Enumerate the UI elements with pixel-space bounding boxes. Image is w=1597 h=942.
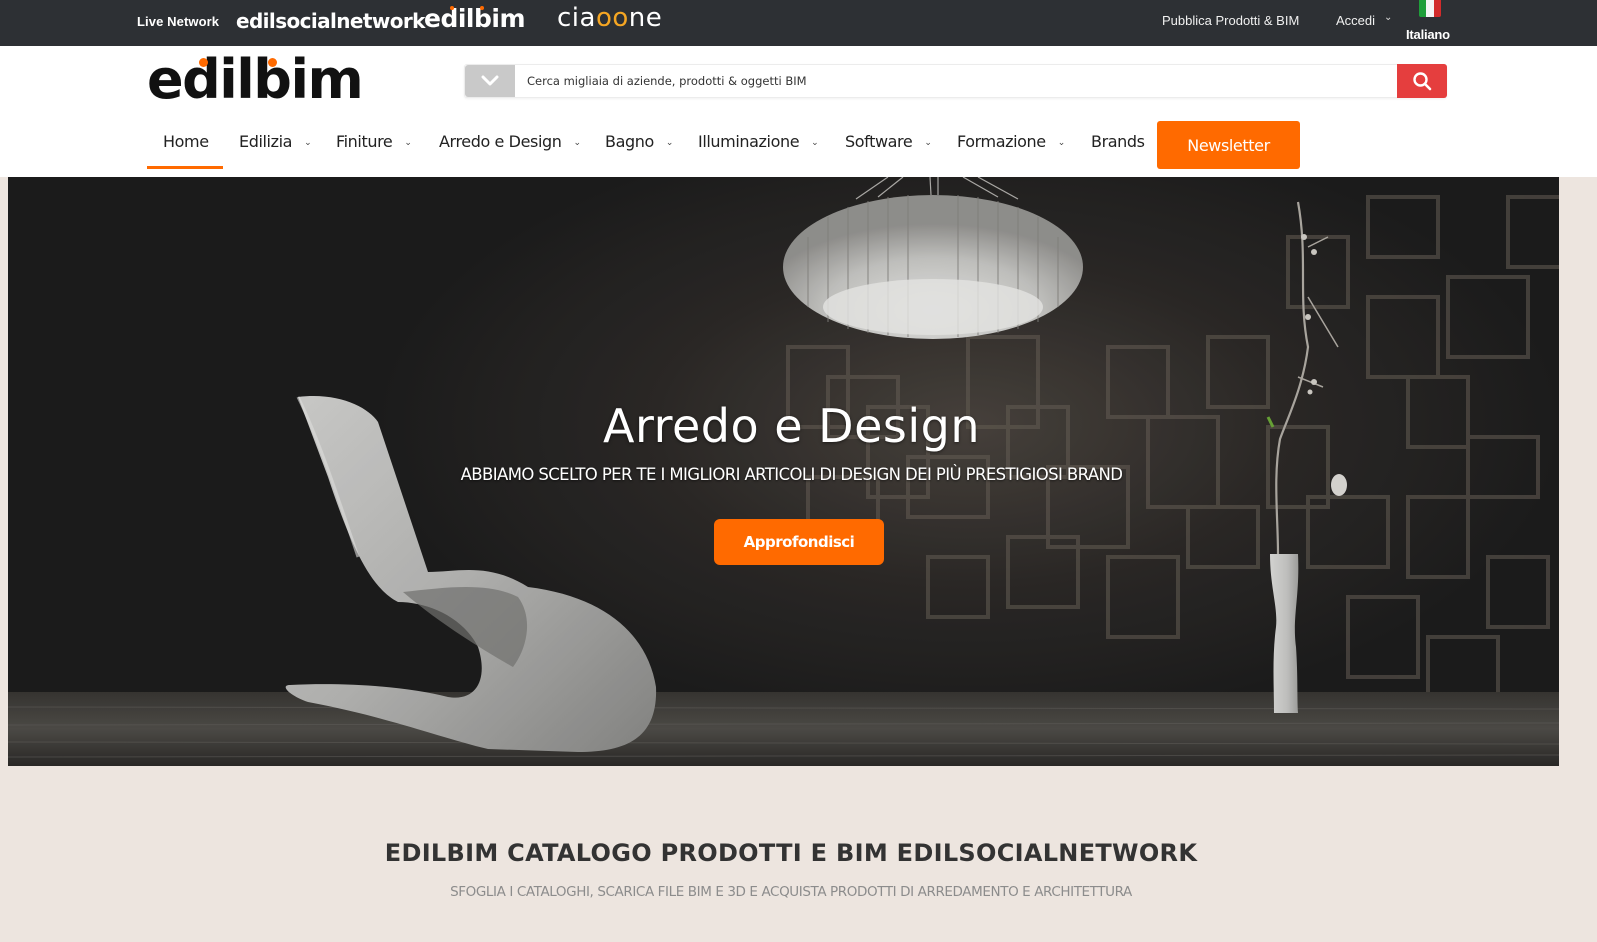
nav-label: Brands	[1091, 132, 1145, 151]
catalog-section-subtitle: SFOGLIA I CATALOGHI, SCARICA FILE BIM E …	[450, 884, 1132, 900]
search-icon	[1413, 72, 1432, 91]
nav-label: Formazione	[957, 132, 1046, 151]
nav-home[interactable]: Home	[163, 132, 209, 151]
flag-stripe-red	[1433, 0, 1441, 17]
flag-stripe-green	[1419, 0, 1427, 17]
nav-arredo-design[interactable]: Arredo e Design ⌄	[439, 132, 581, 151]
logo-dot-decoration	[199, 58, 208, 67]
logo-dot-decoration	[480, 6, 484, 10]
chevron-down-icon	[481, 75, 499, 86]
nav-label: Finiture	[336, 132, 393, 151]
network-link-edilbim[interactable]: edilbim	[424, 4, 526, 33]
catalog-section-title: EDILBIM CATALOGO PRODOTTI E BIM EDILSOCI…	[384, 839, 1198, 867]
chevron-down-icon: ⌄	[404, 138, 412, 148]
learn-more-button[interactable]: Approfondisci	[714, 519, 884, 565]
nav-illuminazione[interactable]: Illuminazione ⌄	[698, 132, 819, 151]
ciaoone-text: ciaoone	[557, 3, 663, 33]
nav-software[interactable]: Software ⌄	[845, 132, 932, 151]
chevron-down-icon: ⌄	[665, 138, 674, 148]
search-input[interactable]	[515, 65, 1395, 97]
search-button[interactable]	[1397, 64, 1447, 98]
ciaoone-accent: oo	[595, 3, 629, 33]
chevron-down-icon: ⌄	[304, 138, 312, 148]
nav-label: Edilizia	[239, 132, 293, 151]
publish-products-link[interactable]: Pubblica Prodotti & BIM	[1162, 13, 1299, 28]
nav-label: Arredo e Design	[439, 132, 562, 151]
nav-label: Software	[845, 132, 913, 151]
chevron-down-icon: ⌄	[1057, 138, 1066, 148]
chevron-down-icon: ⌄	[1384, 12, 1393, 23]
live-network-label: Live Network	[137, 14, 220, 29]
login-menu[interactable]: Accedi	[1336, 13, 1375, 28]
logo-dot-decoration	[268, 58, 277, 67]
search-bar	[464, 64, 1447, 98]
nav-label: Illuminazione	[698, 132, 800, 151]
flag-stripe-white	[1426, 0, 1434, 17]
nav-bagno[interactable]: Bagno ⌄	[605, 132, 673, 151]
nav-formazione[interactable]: Formazione ⌄	[957, 132, 1065, 151]
hero-title: Arredo e Design	[603, 399, 980, 453]
search-category-dropdown[interactable]	[465, 65, 515, 97]
network-link-ciaoone[interactable]: ciaoone	[557, 3, 662, 33]
edilbim-logo[interactable]: edilbim	[147, 48, 364, 111]
newsletter-button[interactable]: Newsletter	[1157, 121, 1300, 169]
italian-flag-icon[interactable]	[1419, 0, 1441, 17]
nav-brands[interactable]: Brands	[1091, 132, 1145, 151]
nav-label: Home	[163, 132, 209, 151]
network-bar: Live Network edilsocialnetwork edilbim c…	[0, 0, 1597, 46]
nav-edilizia[interactable]: Edilizia ⌄	[239, 132, 312, 151]
hero-subtitle: ABBIAMO SCELTO PER TE I MIGLIORI ARTICOL…	[460, 465, 1123, 484]
chevron-down-icon: ⌄	[811, 138, 819, 148]
chevron-down-icon: ⌄	[924, 138, 932, 148]
active-nav-indicator	[147, 166, 223, 169]
main-nav: Home Edilizia ⌄ Finiture ⌄ Arredo e Design…	[0, 118, 1597, 176]
language-selector[interactable]: Italiano	[1406, 27, 1450, 42]
chevron-down-icon: ⌄	[573, 138, 582, 148]
site-header: edilbim Home Edilizia ⌄ Finiture ⌄ Arredo …	[0, 46, 1597, 177]
nav-label: Bagno	[605, 132, 654, 151]
network-link-edilsocialnetwork[interactable]: edilsocialnetwork	[236, 9, 425, 33]
logo-dot-decoration	[450, 6, 454, 10]
nav-finiture[interactable]: Finiture ⌄	[336, 132, 412, 151]
hero-banner: Arredo e Design ABBIAMO SCELTO PER TE I …	[8, 177, 1559, 766]
